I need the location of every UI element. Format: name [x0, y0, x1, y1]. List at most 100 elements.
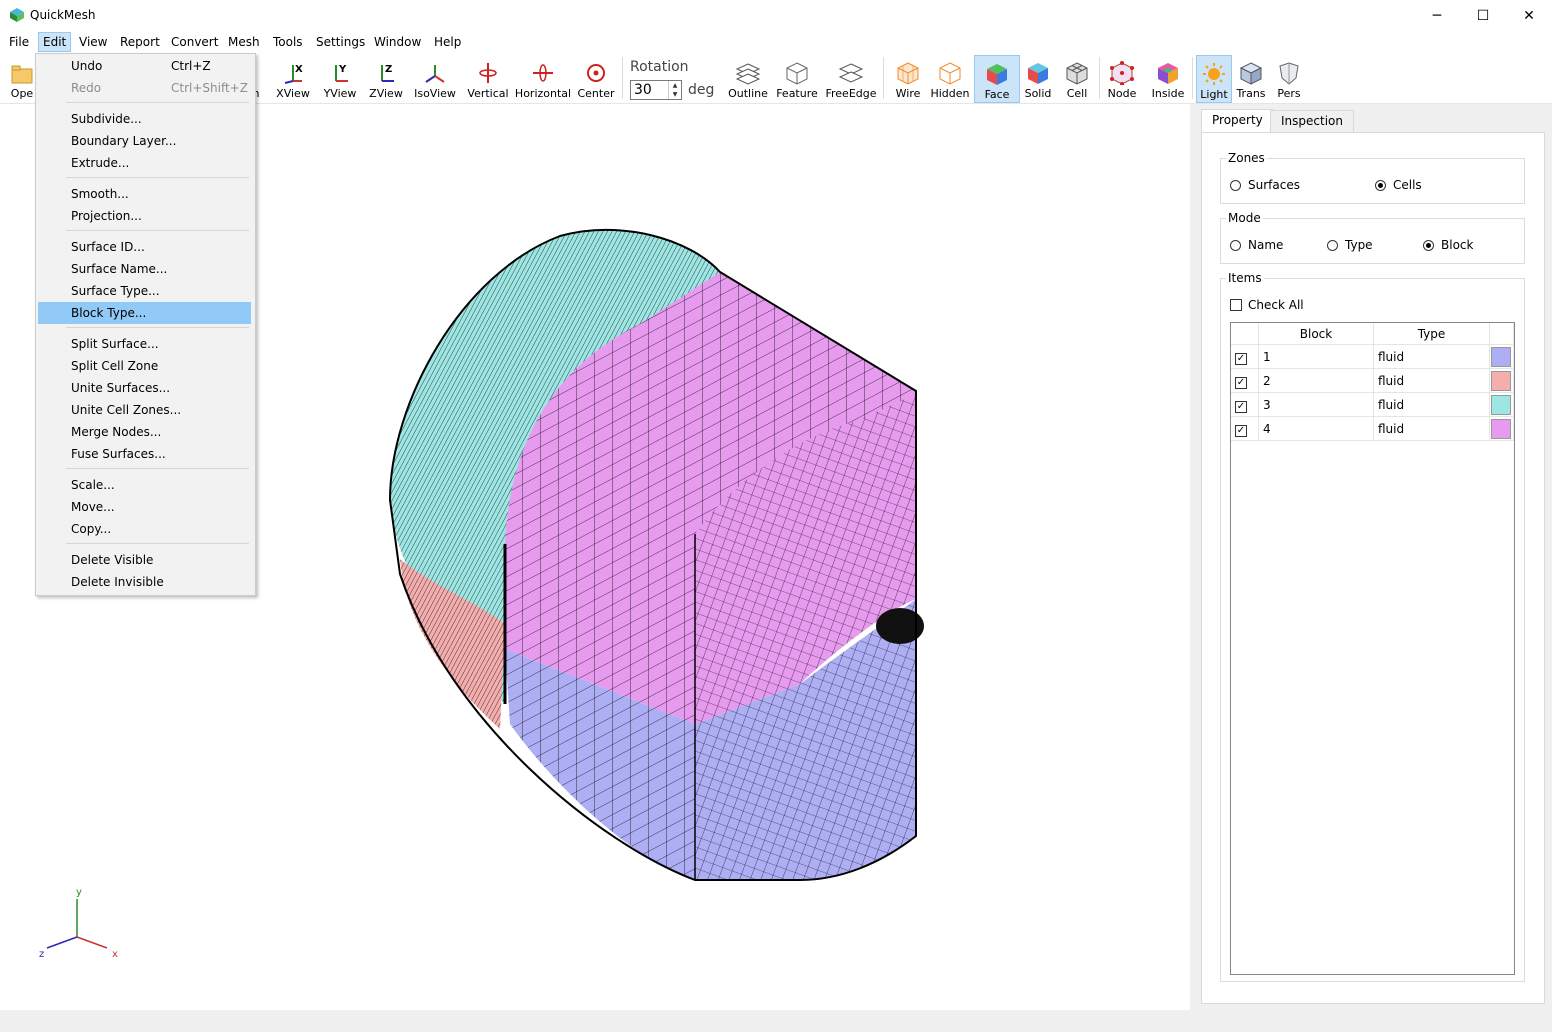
row-type: fluid [1374, 393, 1490, 417]
radio-circle-icon[interactable] [1327, 239, 1338, 251]
menu-view[interactable]: View [75, 33, 111, 51]
isoview-button[interactable]: IsoView [412, 55, 458, 101]
table-header-block[interactable]: Block [1259, 323, 1374, 345]
color-swatch[interactable] [1491, 395, 1511, 415]
radio-cells[interactable]: Cells [1375, 178, 1422, 192]
radio-block[interactable]: Block [1423, 238, 1473, 252]
menu-edit[interactable]: Edit [38, 32, 72, 52]
radio-circle-icon[interactable] [1375, 179, 1386, 191]
menu-mesh[interactable]: Mesh [224, 33, 264, 51]
menu-item-surface-name[interactable]: Surface Name... [38, 258, 251, 280]
menu-tools[interactable]: Tools [269, 33, 307, 51]
menu-item-surface-id[interactable]: Surface ID... [38, 236, 251, 258]
menu-item-boundary-layer[interactable]: Boundary Layer... [38, 130, 251, 152]
rotation-value[interactable]: 30 [634, 82, 652, 98]
z-axis-label: z [39, 949, 44, 960]
horizontal-rotate-button[interactable]: Horizontal [515, 55, 571, 101]
menu-item-delete-visible[interactable]: Delete Visible [38, 549, 251, 571]
menu-item-fuse-surfaces[interactable]: Fuse Surfaces... [38, 443, 251, 465]
radio-surfaces[interactable]: Surfaces [1230, 178, 1300, 192]
menu-separator [66, 543, 249, 544]
checkbox-checked-icon[interactable]: ✓ [1235, 353, 1247, 365]
center-button[interactable]: Center [576, 55, 616, 101]
table-header-type[interactable]: Type [1374, 323, 1490, 345]
menu-item-unite-surfaces[interactable]: Unite Surfaces... [38, 377, 251, 399]
check-all-checkbox[interactable]: Check All [1230, 298, 1304, 312]
menu-report[interactable]: Report [116, 33, 164, 51]
yview-button[interactable]: Y YView [320, 55, 360, 101]
inside-cube-icon [1158, 63, 1178, 84]
table-row[interactable]: ✓ 2 fluid [1231, 369, 1514, 393]
radio-circle-icon[interactable] [1230, 179, 1241, 191]
table-row[interactable]: ✓ 4 fluid [1231, 417, 1514, 441]
tab-inspection[interactable]: Inspection [1270, 110, 1354, 133]
pers-button[interactable]: Pers [1272, 55, 1306, 101]
face-button[interactable]: Face [974, 55, 1020, 103]
axis-triad: y x z [39, 887, 118, 960]
menu-item-move[interactable]: Move... [38, 496, 251, 518]
minimize-button[interactable]: ─ [1414, 0, 1460, 31]
menu-item-split-cell-zone[interactable]: Split Cell Zone [38, 355, 251, 377]
menu-item-scale[interactable]: Scale... [38, 474, 251, 496]
color-swatch[interactable] [1491, 371, 1511, 391]
menu-settings[interactable]: Settings [312, 33, 369, 51]
title-bar: QuickMesh ─ ☐ ✕ [0, 0, 1552, 31]
menu-item-block-type[interactable]: Block Type... [38, 302, 251, 324]
node-button[interactable]: Node [1104, 55, 1140, 101]
hidden-button[interactable]: Hidden [930, 55, 970, 101]
xview-button[interactable]: X XView [274, 55, 312, 101]
menu-item-merge-nodes[interactable]: Merge Nodes... [38, 421, 251, 443]
radio-type[interactable]: Type [1327, 238, 1373, 252]
trans-button[interactable]: Trans [1234, 55, 1268, 101]
menu-item-projection[interactable]: Projection... [38, 205, 251, 227]
checkbox-icon[interactable] [1230, 299, 1242, 311]
menu-item-extrude[interactable]: Extrude... [38, 152, 251, 174]
vertical-rotate-button[interactable]: Vertical [466, 55, 510, 101]
menu-item-copy[interactable]: Copy... [38, 518, 251, 540]
solid-button[interactable]: Solid [1022, 55, 1054, 101]
menu-item-surface-type[interactable]: Surface Type... [38, 280, 251, 302]
items-title: Items [1226, 271, 1264, 285]
inside-button[interactable]: Inside [1148, 55, 1188, 101]
menu-item-delete-invisible[interactable]: Delete Invisible [38, 571, 251, 593]
toolbar-separator [883, 57, 884, 99]
menu-help[interactable]: Help [430, 33, 465, 51]
maximize-button[interactable]: ☐ [1460, 0, 1506, 31]
zones-title: Zones [1226, 151, 1267, 165]
cell-button[interactable]: Cell [1060, 55, 1094, 101]
color-swatch[interactable] [1491, 347, 1511, 367]
radio-name[interactable]: Name [1230, 238, 1283, 252]
wire-button[interactable]: Wire [890, 55, 926, 101]
menu-window[interactable]: Window [370, 33, 425, 51]
radio-circle-icon[interactable] [1230, 239, 1241, 251]
rotation-spinbox[interactable]: 30 ▲ ▼ [630, 80, 682, 100]
radio-circle-icon[interactable] [1423, 239, 1434, 251]
toolbar-separator [1099, 57, 1100, 99]
light-button[interactable]: Light [1196, 55, 1232, 103]
menu-item-undo[interactable]: Undo Ctrl+Z [38, 55, 251, 77]
checkbox-checked-icon[interactable]: ✓ [1235, 401, 1247, 413]
row-block: 4 [1259, 417, 1374, 441]
perspective-shield-icon [1279, 62, 1299, 85]
zview-button[interactable]: Z ZView [366, 55, 406, 101]
close-button[interactable]: ✕ [1506, 0, 1552, 31]
menu-item-split-surface[interactable]: Split Surface... [38, 333, 251, 355]
checkbox-checked-icon[interactable]: ✓ [1235, 377, 1247, 389]
menu-convert[interactable]: Convert [167, 33, 222, 51]
menu-item-smooth[interactable]: Smooth... [38, 183, 251, 205]
table-row[interactable]: ✓ 3 fluid [1231, 393, 1514, 417]
row-block: 3 [1259, 393, 1374, 417]
feature-button[interactable]: Feature [774, 55, 820, 101]
tab-property[interactable]: Property [1201, 109, 1274, 133]
color-swatch[interactable] [1491, 419, 1511, 439]
outline-button[interactable]: Outline [727, 55, 769, 101]
menu-item-unite-cell-zones[interactable]: Unite Cell Zones... [38, 399, 251, 421]
freeedge-button[interactable]: FreeEdge [825, 55, 877, 101]
open-button[interactable]: Ope [6, 55, 38, 101]
spin-arrows-icon[interactable]: ▲ ▼ [668, 81, 681, 99]
menu-file[interactable]: File [5, 33, 33, 51]
checkbox-checked-icon[interactable]: ✓ [1235, 425, 1247, 437]
table-row[interactable]: ✓ 1 fluid [1231, 345, 1514, 369]
x-axis-line [76, 936, 108, 949]
menu-item-subdivide[interactable]: Subdivide... [38, 108, 251, 130]
